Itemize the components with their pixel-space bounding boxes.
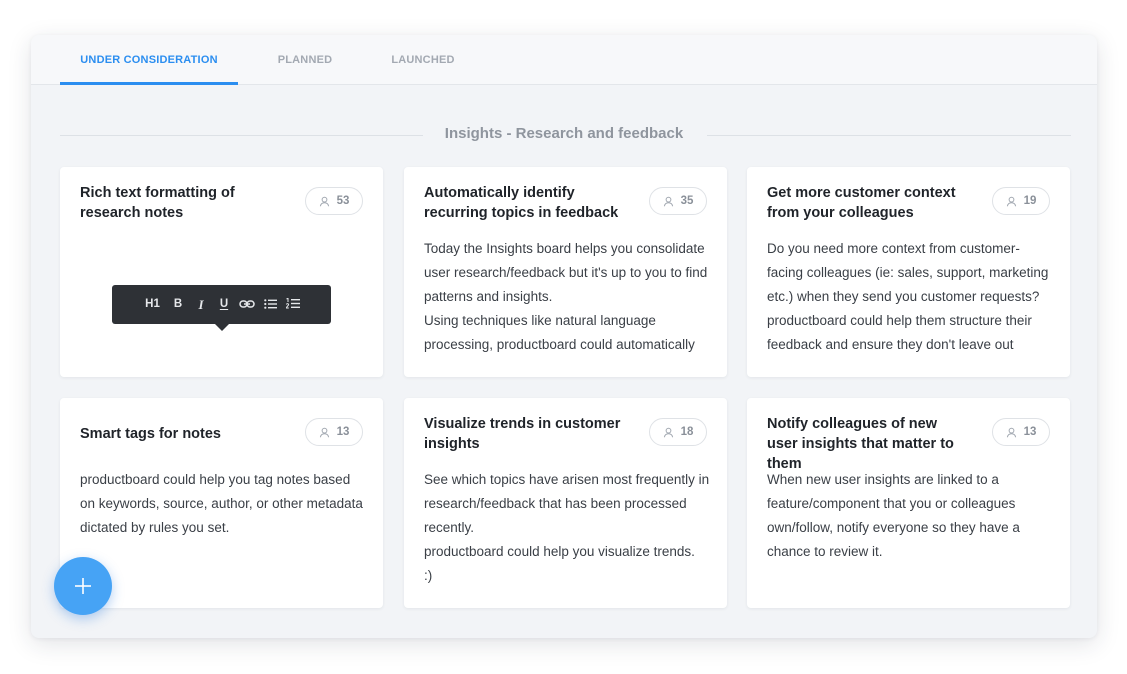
plus-icon bbox=[75, 578, 91, 594]
card-description: productboard could help you tag notes ba… bbox=[80, 468, 366, 540]
insight-card[interactable]: Notify colleagues of new user insights t… bbox=[747, 398, 1070, 608]
card-title: Get more customer context from your coll… bbox=[767, 185, 956, 221]
card-description: Today the Insights board helps you conso… bbox=[424, 237, 710, 357]
user-icon bbox=[1006, 196, 1016, 206]
user-icon bbox=[663, 196, 673, 206]
numbered-list-button[interactable] bbox=[282, 285, 305, 324]
card-title: Automatically identify recurring topics … bbox=[424, 185, 619, 221]
bold-button[interactable]: B bbox=[167, 285, 190, 324]
user-icon bbox=[1006, 427, 1016, 437]
section-title: Insights - Research and feedback bbox=[444, 125, 684, 142]
add-insight-button[interactable] bbox=[54, 557, 112, 615]
description-paragraph: productboard could help you visualize tr… bbox=[424, 544, 695, 559]
vote-count: 19 bbox=[1023, 195, 1037, 207]
formatting-toolbar: H1 B I U bbox=[112, 285, 331, 331]
description-paragraph: Today the Insights board helps you conso… bbox=[424, 241, 708, 304]
description-paragraph: See which topics have arisen most freque… bbox=[424, 472, 710, 535]
user-icon bbox=[663, 427, 673, 437]
italic-button[interactable]: I bbox=[190, 285, 213, 324]
link-icon bbox=[239, 300, 255, 308]
vote-count: 18 bbox=[680, 426, 694, 438]
heading-button[interactable]: H1 bbox=[139, 285, 167, 324]
description-paragraph: :) bbox=[424, 568, 433, 583]
tab-planned[interactable]: PLANNED bbox=[271, 35, 339, 84]
tab-launched[interactable]: LAUNCHED bbox=[383, 35, 463, 84]
underline-button[interactable]: U bbox=[213, 285, 236, 324]
insight-card[interactable]: Automatically identify recurring topics … bbox=[404, 167, 727, 377]
vote-button[interactable]: 13 bbox=[305, 418, 363, 446]
description-paragraph: When new user insights are linked to a f… bbox=[767, 472, 1020, 559]
bullet-list-icon bbox=[263, 299, 277, 309]
vote-button[interactable]: 13 bbox=[992, 418, 1050, 446]
card-description: When new user insights are linked to a f… bbox=[767, 468, 1053, 564]
description-paragraph: Using techniques like natural language p… bbox=[424, 313, 695, 352]
tab-bar: UNDER CONSIDERATION PLANNED LAUNCHED bbox=[31, 35, 1097, 85]
vote-button[interactable]: 19 bbox=[992, 187, 1050, 215]
card-description: See which topics have arisen most freque… bbox=[424, 468, 710, 588]
vote-button[interactable]: 18 bbox=[649, 418, 707, 446]
numbered-list-icon bbox=[286, 298, 300, 309]
user-icon bbox=[319, 196, 329, 206]
insight-card[interactable]: Rich text formatting of research notes 5… bbox=[60, 167, 383, 377]
vote-button[interactable]: 53 bbox=[305, 187, 363, 215]
card-title: Visualize trends in customer insights bbox=[424, 416, 621, 452]
description-paragraph: productboard could help you tag notes ba… bbox=[80, 472, 363, 535]
bullet-list-button[interactable] bbox=[259, 285, 282, 324]
card-title: Rich text formatting of research notes bbox=[80, 185, 235, 221]
roadmap-panel: UNDER CONSIDERATION PLANNED LAUNCHED Ins… bbox=[31, 35, 1097, 638]
vote-count: 35 bbox=[680, 195, 694, 207]
vote-count: 13 bbox=[1023, 426, 1037, 438]
insight-card[interactable]: Get more customer context from your coll… bbox=[747, 167, 1070, 377]
user-icon bbox=[319, 427, 329, 437]
description-paragraph: Do you need more context from customer-f… bbox=[767, 241, 1049, 352]
vote-button[interactable]: 35 bbox=[649, 187, 707, 215]
card-title: Smart tags for notes bbox=[80, 426, 221, 442]
link-button[interactable] bbox=[236, 285, 259, 324]
vote-count: 13 bbox=[336, 426, 350, 438]
card-title: Notify colleagues of new user insights t… bbox=[767, 416, 954, 472]
insight-card[interactable]: Visualize trends in customer insights 18… bbox=[404, 398, 727, 608]
vote-count: 53 bbox=[336, 195, 350, 207]
card-description: Do you need more context from customer-f… bbox=[767, 237, 1053, 357]
tab-under-consideration[interactable]: UNDER CONSIDERATION bbox=[60, 35, 238, 85]
